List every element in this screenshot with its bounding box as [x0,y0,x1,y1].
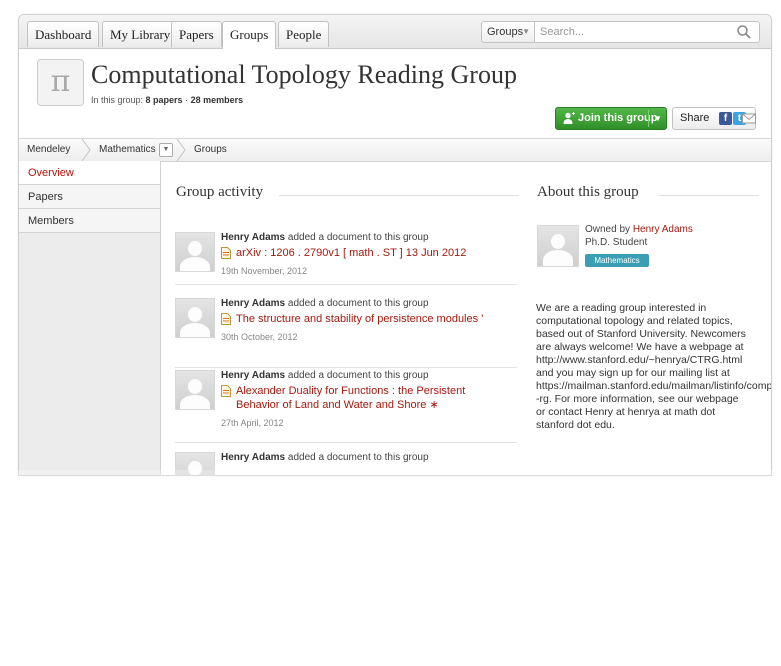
screenshot-stage: Dashboard My Library Papers Groups Peopl… [0,0,781,666]
search-input[interactable] [534,21,760,43]
document-icon [221,313,231,325]
user-add-icon [563,112,575,124]
activity-date: 27th April, 2012 [221,418,284,428]
owner-role: Ph.D. Student [585,237,648,248]
mendeley-group-page: Dashboard My Library Papers Groups Peopl… [18,14,772,476]
document-icon [221,385,231,397]
share-label: Share [680,112,710,124]
activity-date: 19th November, 2012 [221,266,308,276]
activity-date: 30th October, 2012 [221,332,298,342]
button-divider [648,110,649,127]
page-title: Computational Topology Reading Group [91,60,517,89]
avatar[interactable] [175,298,215,338]
activity-text: Henry Adams added a document to this gro… [221,452,429,463]
chevron-down-icon[interactable]: ▼ [159,143,173,157]
breadcrumb-mathematics[interactable]: Mathematics [99,139,156,161]
heading-divider [659,195,759,196]
papers-count[interactable]: 8 papers [146,95,183,105]
breadcrumb-mendeley[interactable]: Mendeley [27,139,70,161]
activity-text: Henry Adams added a document to this gro… [221,232,429,243]
email-icon[interactable] [742,112,756,125]
owner-line: Owned by Henry Adams [585,224,693,235]
heading-divider [279,195,519,196]
group-meta: In this group: 8 papers · 28 members [91,95,243,105]
tab-people[interactable]: People [278,21,330,47]
activity-action: added a document to this group [287,452,429,463]
meta-separator: · [185,95,189,105]
side-navigation: Overview Papers Members [19,161,161,475]
activity-user[interactable]: Henry Adams [221,298,285,309]
sidebar-item-members[interactable]: Members [19,209,160,233]
page-reflection: Dashboard My Library Papers Groups Peopl… [0,470,781,666]
activity-text: Henry Adams added a document to this gro… [221,370,429,381]
sidebar-item-overview[interactable]: Overview [19,161,160,185]
breadcrumb-groups[interactable]: Groups [194,139,227,161]
document-link[interactable]: The structure and stability of persisten… [236,312,484,326]
group-description: We are a reading group interested in com… [536,302,772,431]
activity-item: Henry Adams added a document to this gro… [175,298,517,368]
activity-item: Henry Adams added a document to this gro… [175,232,517,292]
avatar[interactable] [175,370,215,410]
activity-user[interactable]: Henry Adams [221,452,285,463]
tab-papers[interactable]: Papers [171,21,222,47]
about-heading: About this group [537,184,639,200]
discipline-badge[interactable]: Mathematics [585,254,649,267]
members-count[interactable]: 28 members [191,95,244,105]
activity-user[interactable]: Henry Adams [221,232,285,243]
owner-avatar[interactable] [537,225,579,267]
join-group-label: Join this group [578,112,658,124]
join-group-button[interactable]: Join this group ▼ [555,107,667,130]
group-logo-icon: π [37,59,84,106]
owner-link[interactable]: Henry Adams [633,224,693,235]
divider [175,442,517,443]
chevron-down-icon: ▼ [522,27,530,36]
activity-item: Henry Adams added a document to this gro… [175,370,517,450]
facebook-icon[interactable]: f [719,112,732,125]
chevron-down-icon[interactable]: ▼ [654,108,662,129]
search-icon[interactable] [736,24,752,40]
tab-my-library[interactable]: My Library [102,21,179,47]
document-link[interactable]: Alexander Duality for Functions : the Pe… [236,384,506,412]
search-scope-select[interactable]: Groups ▼ [481,21,535,43]
sidebar-item-papers[interactable]: Papers [19,185,160,209]
activity-user[interactable]: Henry Adams [221,370,285,381]
avatar[interactable] [175,232,215,272]
document-link[interactable]: arXiv : 1206 . 2790v1 [ math . ST ] 13 J… [236,246,466,260]
owned-by-label: Owned by [585,224,631,235]
group-meta-prefix: In this group: [91,95,144,105]
tab-dashboard[interactable]: Dashboard [27,21,100,47]
divider [175,284,517,285]
activity-action: added a document to this group [287,370,429,381]
search-scope-label: Groups [487,26,524,38]
breadcrumb-separator-icon [81,139,91,161]
group-activity-heading: Group activity [176,184,264,200]
tab-groups[interactable]: Groups [222,21,277,49]
divider [175,367,517,368]
breadcrumb-separator-icon [176,139,186,161]
document-icon [221,247,231,259]
breadcrumb: Mendeley Mathematics ▼ Groups [19,138,771,162]
activity-action: added a document to this group [287,232,429,243]
activity-action: added a document to this group [287,298,429,309]
top-navigation: Dashboard My Library Papers Groups Peopl… [19,15,771,49]
share-button[interactable]: Share f t [672,107,756,130]
activity-text: Henry Adams added a document to this gro… [221,298,429,309]
